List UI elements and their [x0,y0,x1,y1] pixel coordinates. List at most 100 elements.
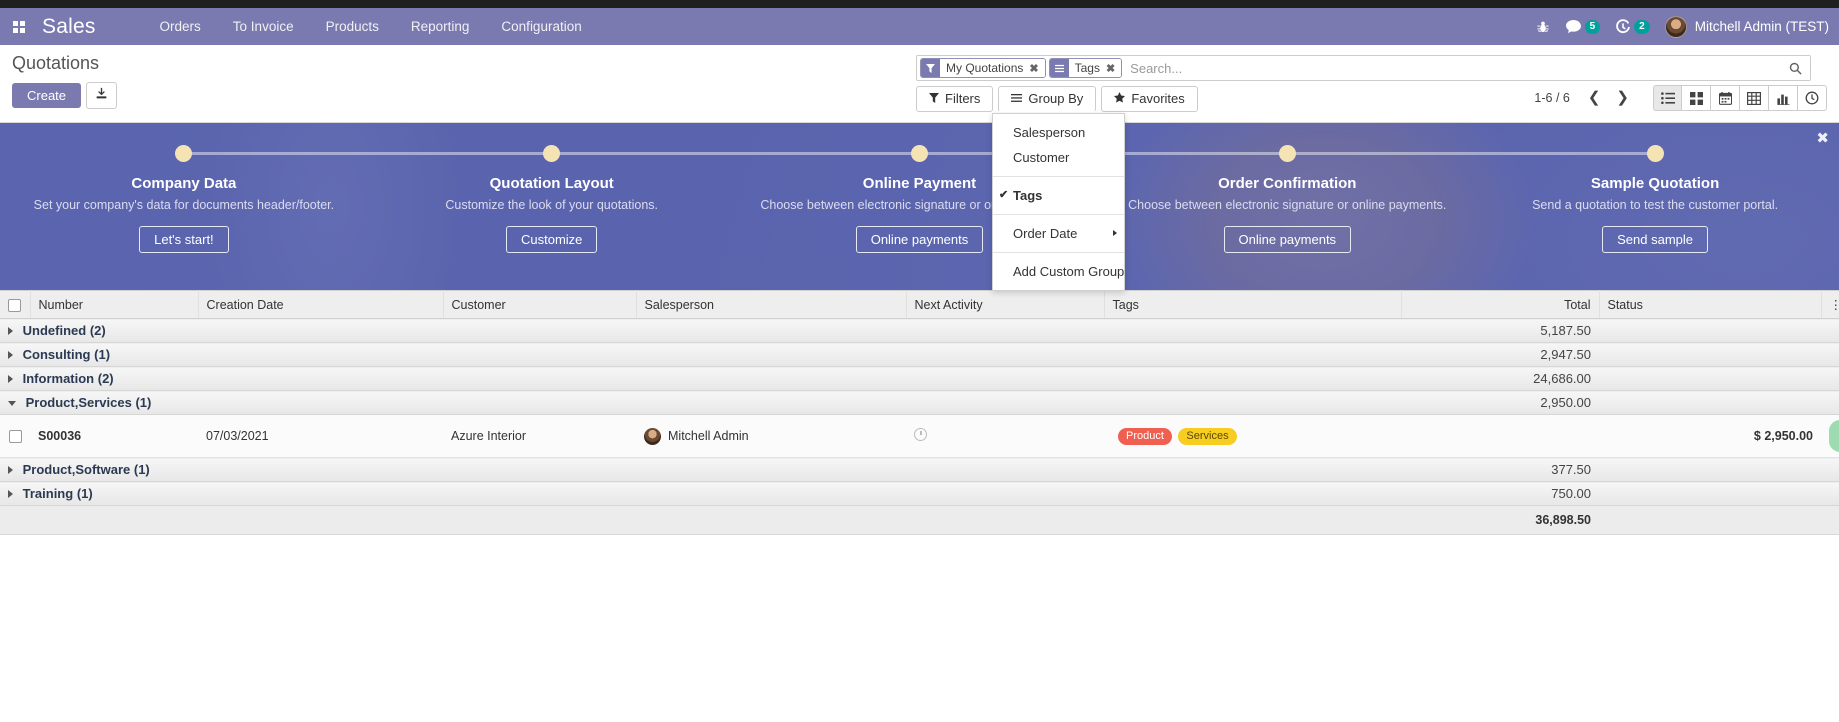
calendar-view-button[interactable] [1711,85,1740,111]
menu-item-products[interactable]: Products [310,8,395,45]
search-bar[interactable]: My Quotations ✖ Tags ✖ [916,55,1811,81]
tag-services: Services [1178,427,1237,445]
list-view-button[interactable] [1653,85,1682,111]
filters-button[interactable]: Filters [916,86,994,112]
online-payments-button[interactable]: Online payments [1223,226,1352,253]
facet-remove-icon[interactable]: ✖ [1103,59,1122,77]
online-payments-button[interactable]: Online payments [855,226,984,253]
vertical-dots-icon[interactable]: ⋮ [1821,290,1839,319]
menu-item-reporting[interactable]: Reporting [395,8,486,45]
chevron-down-icon [8,401,16,406]
bug-icon[interactable] [1536,20,1550,34]
group-name: Training [22,486,74,501]
menu-item-orders[interactable]: Orders [144,8,217,45]
column-header-creation-date[interactable]: Creation Date [198,290,444,319]
column-header-salesperson[interactable]: Salesperson [636,290,907,319]
group-count: (1) [135,395,152,410]
pivot-view-button[interactable] [1740,85,1769,111]
group-status-cell [1599,318,1821,343]
chevron-right-icon [1113,230,1117,236]
messages-icon[interactable]: 5 [1565,19,1601,34]
activities-count: 2 [1634,19,1650,34]
step-dot [1646,145,1664,162]
onboarding-step-company-data: Company Data Set your company's data for… [0,145,368,290]
group-total: 750.00 [1401,481,1599,506]
search-input[interactable] [1122,56,1781,80]
main-menu: Orders To Invoice Products Reporting Con… [144,8,598,45]
column-header-total[interactable]: Total [1401,290,1600,319]
select-all-checkbox[interactable] [8,298,22,312]
group-by-lines-icon [1049,59,1069,77]
filters-label: Filters [945,91,981,106]
onboarding-step-order-confirmation: Order Confirmation Choose between electr… [1103,145,1472,290]
activity-clock-icon[interactable] [914,428,927,441]
pager-next-icon[interactable]: ❯ [1610,88,1635,108]
column-header-status[interactable]: Status [1599,290,1822,319]
user-menu[interactable]: Mitchell Admin (TEST) [1664,15,1829,38]
menu-item-configuration[interactable]: Configuration [485,8,597,45]
favorites-button[interactable]: Favorites [1101,86,1198,112]
group-name: Consulting [22,347,91,362]
salesperson-name: Mitchell Admin [668,429,749,443]
dropdown-item-add-custom-group[interactable]: Add Custom Group [993,259,1124,284]
group-row-consulting[interactable]: Consulting (1) 2,947.50 [0,342,1839,367]
step-title: Sample Quotation [1590,175,1720,192]
pager-previous-icon[interactable]: ❮ [1582,88,1607,108]
group-row-undefined[interactable]: Undefined (2) 5,187.50 [0,318,1839,343]
row-checkbox[interactable] [8,430,22,444]
apps-grid-icon[interactable] [0,20,38,33]
import-icon[interactable] [86,82,118,109]
group-spacer-cell [1821,481,1839,506]
group-total: 24,686.00 [1401,366,1599,391]
facet-tags[interactable]: Tags ✖ [1048,58,1123,78]
filter-funnel-icon [929,91,939,107]
app-brand-sales[interactable]: Sales [38,15,106,39]
dropdown-item-salesperson[interactable]: Salesperson [993,120,1124,145]
facet-label: My Quotations [940,59,1028,77]
send-sample-button[interactable]: Send sample [1602,226,1709,253]
kanban-view-button[interactable] [1682,85,1711,111]
group-row-product-services[interactable]: Product,Services (1) 2,950.00 [0,390,1839,415]
lets-start-button[interactable]: Let's start! [139,226,229,253]
group-row-product-software[interactable]: Product,Software (1) 377.50 [0,457,1839,482]
magnifier-icon[interactable] [1781,56,1810,80]
dropdown-item-order-date[interactable]: Order Date [993,221,1124,246]
close-x-icon[interactable]: ✖ [1816,129,1829,147]
group-row-information[interactable]: Information (2) 24,686.00 [0,366,1839,391]
menu-item-to-invoice[interactable]: To Invoice [217,8,310,45]
facet-remove-icon[interactable]: ✖ [1027,59,1045,77]
grand-total-value: 36,898.50 [1401,505,1599,535]
facet-my-quotations[interactable]: My Quotations ✖ [920,58,1046,78]
row-select-cell [0,414,30,458]
salesperson-avatar [644,427,661,445]
table-row[interactable]: S00036 07/03/2021 Azure Interior Mitchel… [0,414,1839,458]
group-by-label: Group By [1028,91,1084,106]
step-title: Quotation Layout [489,175,614,192]
column-header-customer[interactable]: Customer [443,290,637,319]
tag-product: Product [1118,427,1172,445]
graph-view-button[interactable] [1769,85,1798,111]
dropdown-item-tags[interactable]: ✔ Tags [993,183,1124,208]
group-total: 5,187.50 [1401,318,1599,343]
group-status-cell [1599,390,1821,415]
progress-line [1471,152,1656,155]
group-row-training[interactable]: Training (1) 750.00 [0,481,1839,506]
activities-icon[interactable]: 2 [1615,18,1650,35]
progress-line [183,152,368,155]
activity-view-button[interactable] [1798,85,1827,111]
dropdown-item-customer[interactable]: Customer [993,145,1124,170]
dropdown-item-label: Customer [1013,150,1070,165]
cell-creation-date: 07/03/2021 [198,414,443,458]
cell-next-activity [906,414,1104,458]
customize-button[interactable]: Customize [505,226,598,253]
group-total: 2,950.00 [1401,390,1599,415]
column-header-tags[interactable]: Tags [1104,290,1402,319]
chevron-right-icon [8,351,13,359]
group-name: Product,Services [25,395,132,410]
chevron-right-icon [8,375,13,383]
group-by-button[interactable]: Group By [998,86,1097,112]
messages-count: 5 [1584,19,1601,34]
create-button[interactable]: Create [12,83,82,108]
column-header-number[interactable]: Number [30,290,199,319]
column-header-next-activity[interactable]: Next Activity [906,290,1105,319]
